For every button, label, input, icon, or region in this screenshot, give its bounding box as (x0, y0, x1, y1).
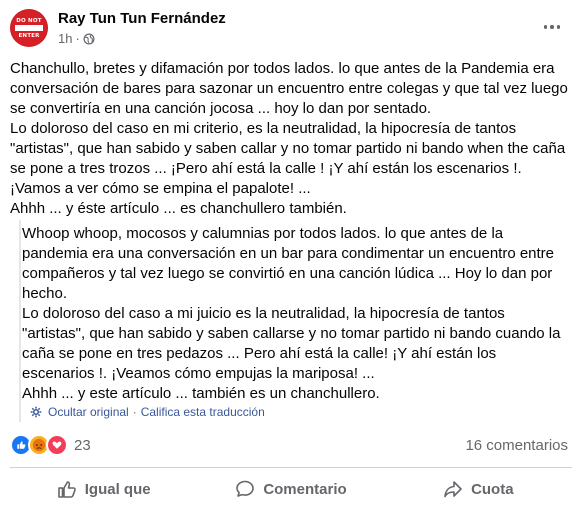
action-divider (10, 467, 572, 468)
post-meta: 1h · (58, 31, 95, 46)
post-text: Chanchullo, bretes y difamación por todo… (10, 60, 568, 217)
meta-separator: · (75, 31, 80, 46)
like-button[interactable]: Igual que (10, 473, 197, 505)
avatar-sign-bar (15, 25, 43, 31)
rate-translation-link[interactable]: Califica esta traducción (141, 405, 265, 419)
like-label: Igual que (84, 480, 151, 498)
author-name[interactable]: Ray Tun Tun Fernández (58, 10, 226, 27)
gear-icon (30, 406, 42, 418)
hide-original-link[interactable]: Ocultar original (48, 405, 129, 419)
translation-text: Whoop whoop, mocosos y calumnias por tod… (22, 225, 561, 402)
translation-block: Whoop whoop, mocosos y calumnias por tod… (22, 224, 564, 404)
comment-label: Comentario (263, 480, 347, 498)
thumbs-up-icon (57, 481, 76, 498)
post-time[interactable]: 1h (58, 31, 72, 46)
share-button[interactable]: Cuota (385, 473, 572, 505)
share-label: Cuota (471, 480, 514, 498)
post-card: DO NOT ENTER Ray Tun Tun Fernández 1h · … (0, 0, 582, 512)
action-bar: Igual que Comentario Cuota (10, 473, 572, 505)
avatar-sign-text-bottom: ENTER (18, 33, 40, 39)
love-reaction-icon (46, 434, 68, 456)
comment-button[interactable]: Comentario (197, 473, 384, 505)
more-options-icon[interactable] (540, 15, 564, 39)
avatar[interactable]: DO NOT ENTER (10, 9, 48, 47)
globe-icon (83, 33, 95, 44)
share-arrow-icon (444, 481, 462, 498)
comment-bubble-icon (236, 480, 255, 497)
comments-count-link[interactable]: 16 comentarios (465, 437, 568, 454)
translation-divider (19, 220, 21, 422)
post-header: DO NOT ENTER Ray Tun Tun Fernández 1h · (10, 9, 572, 49)
reactions-summary[interactable]: 23 (10, 434, 91, 456)
reaction-count: 23 (74, 436, 91, 454)
translation-links: Ocultar original · Califica esta traducc… (30, 405, 265, 419)
link-separator: · (132, 405, 137, 419)
avatar-sign-text-top: DO NOT (16, 18, 42, 24)
